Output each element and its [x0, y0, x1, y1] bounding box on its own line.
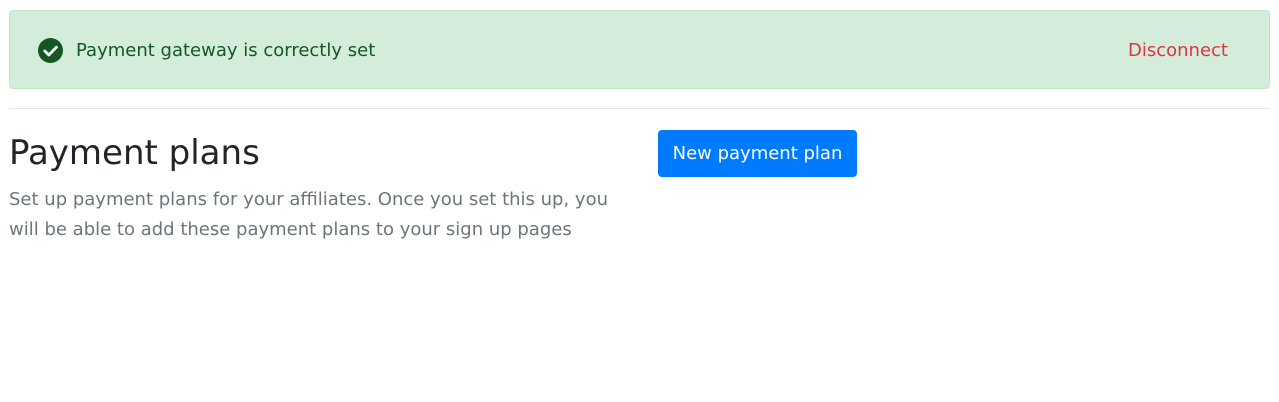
- section-divider: [9, 108, 1270, 109]
- page-description: Set up payment plans for your affiliates…: [9, 189, 609, 240]
- disconnect-link[interactable]: Disconnect: [1128, 39, 1228, 63]
- check-circle-icon: [38, 38, 63, 63]
- gateway-status-alert: Payment gateway is correctly set Disconn…: [9, 10, 1270, 89]
- gateway-status-message: Payment gateway is correctly set: [76, 40, 376, 61]
- new-payment-plan-button[interactable]: New payment plan: [658, 130, 857, 177]
- page-title: Payment plans: [9, 133, 260, 173]
